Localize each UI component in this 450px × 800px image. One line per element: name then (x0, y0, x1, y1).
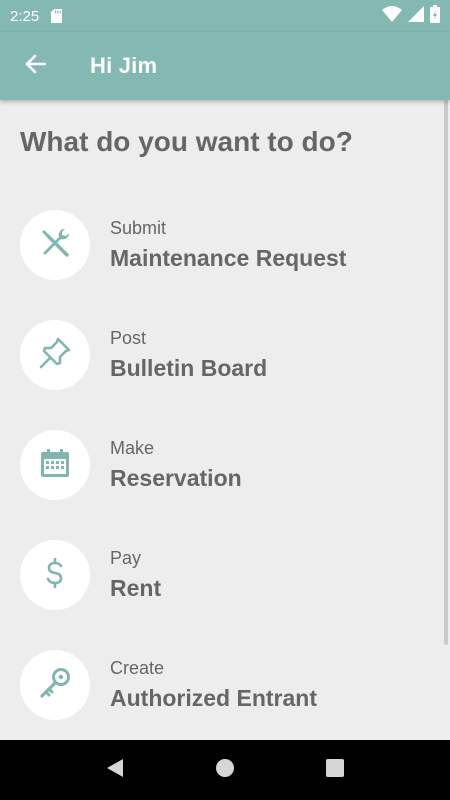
arrow-back-icon (24, 54, 47, 79)
action-text: Create Authorized Entrant (110, 658, 317, 712)
maintenance-request-action[interactable]: Submit Maintenance Request (20, 190, 440, 300)
battery-icon (430, 5, 440, 27)
action-text: Make Reservation (110, 438, 242, 492)
pushpin-icon (38, 336, 72, 375)
cell-signal-icon (408, 6, 424, 26)
wifi-icon (382, 6, 402, 26)
action-title: Reservation (110, 465, 242, 491)
app-bar: Hi Jim (0, 32, 450, 100)
action-verb: Make (110, 438, 155, 458)
key-icon (38, 666, 72, 705)
sd-card-icon (51, 9, 63, 23)
action-list: Submit Maintenance Request Post Bulletin… (20, 190, 440, 740)
reservation-action[interactable]: Make Reservation (20, 410, 440, 520)
action-text: Submit Maintenance Request (110, 218, 346, 272)
action-verb: Create (110, 658, 165, 678)
recents-square-icon (325, 758, 345, 783)
nav-home-button[interactable] (195, 740, 255, 800)
pay-rent-action[interactable]: Pay Rent (20, 520, 440, 630)
tools-icon (38, 226, 72, 265)
action-text: Post Bulletin Board (110, 328, 267, 382)
nav-back-button[interactable] (85, 740, 145, 800)
action-title: Bulletin Board (110, 355, 268, 381)
nav-recents-button[interactable] (305, 740, 365, 800)
action-verb: Submit (110, 218, 167, 238)
action-title: Maintenance Request (110, 245, 347, 271)
status-time: 2:25 (10, 7, 40, 25)
action-title: Authorized Entrant (110, 685, 317, 711)
status-icons (382, 5, 440, 27)
icon-circle (20, 430, 90, 500)
action-title: Rent (110, 575, 162, 601)
bulletin-board-action[interactable]: Post Bulletin Board (20, 300, 440, 410)
back-button[interactable] (0, 32, 70, 100)
home-circle-icon (215, 758, 235, 783)
system-nav-bar (0, 740, 450, 800)
icon-circle (20, 540, 90, 610)
icon-circle (20, 210, 90, 280)
icon-circle (20, 320, 90, 390)
authorized-entrant-action[interactable]: Create Authorized Entrant (20, 630, 440, 740)
back-triangle-icon (106, 758, 124, 783)
action-verb: Post (110, 328, 147, 348)
main-content[interactable]: What do you want to do? Submit Maintenan… (0, 100, 450, 740)
page-heading: What do you want to do? (20, 126, 353, 157)
icon-circle (20, 650, 90, 720)
calendar-icon (39, 447, 71, 484)
app-title: Hi Jim (90, 53, 158, 78)
action-text: Pay Rent (110, 548, 161, 602)
dollar-icon (45, 557, 65, 593)
action-verb: Pay (110, 548, 142, 568)
scrollbar[interactable] (444, 100, 448, 645)
status-bar: 2:25 (0, 0, 450, 32)
